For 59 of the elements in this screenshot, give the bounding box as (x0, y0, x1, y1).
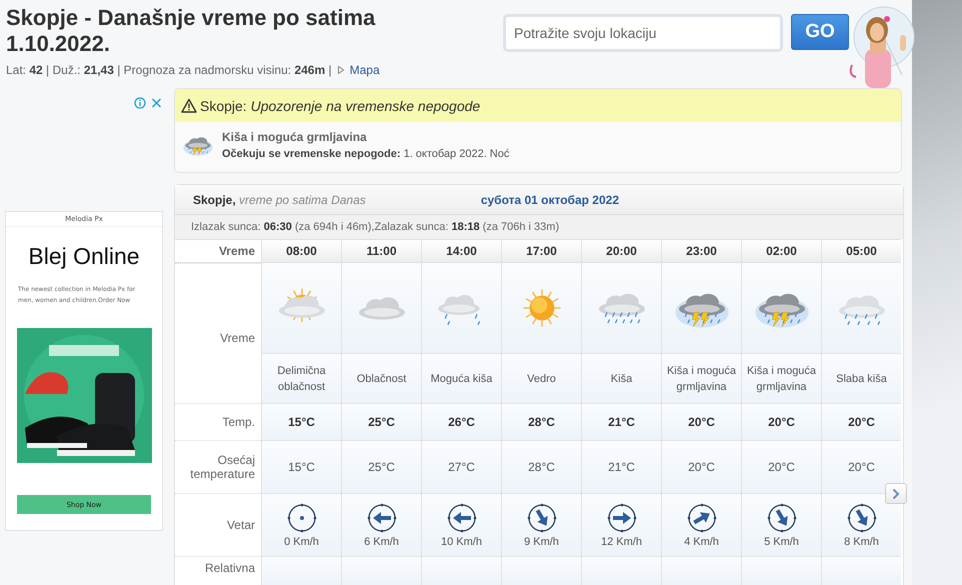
search-field[interactable]: Potražite svoju lokaciju (503, 14, 783, 52)
map-link[interactable]: Mapa (350, 63, 380, 77)
feels-like-temperature: 28°C (501, 440, 581, 493)
temperature: 15°C (261, 403, 341, 440)
alert-title: Skopje: Upozorenje na vremenske nepogode (200, 98, 480, 114)
feels-like-temperature: 21°C (581, 440, 661, 493)
wind-speed: 10 Km/h (441, 536, 482, 548)
temperature: 20°C (661, 403, 741, 440)
go-button[interactable]: GO (791, 14, 849, 50)
weather-description: Slaba kiša (821, 353, 901, 403)
wind-speed: 12 Km/h (601, 536, 642, 548)
temperature: 20°C (821, 403, 901, 440)
wind-speed: 6 Km/h (364, 536, 399, 548)
feels-like-temperature: 20°C (741, 440, 821, 493)
time-header: 17:00 (501, 239, 581, 263)
temperature: 25°C (341, 403, 421, 440)
forecast-date: субота 01 октобар 2022 (480, 192, 619, 206)
forecast-place: Skopje, vreme po satima Danas (193, 192, 366, 206)
alert-event: Kiša i moguća grmljavina (222, 130, 368, 144)
temperature: 20°C (741, 403, 821, 440)
wind-speed: 5 Km/h (764, 536, 799, 548)
column-header: Vreme (175, 239, 261, 263)
feels-like-temperature: 20°C (661, 440, 741, 493)
wind-speed: 0 Km/h (284, 536, 319, 548)
location-info: Lat: 42 | Duž.: 21,43 | Prognoza za nadmorsku visinu: 246m | (6, 63, 332, 77)
time-header: 11:00 (341, 239, 421, 263)
time-header: 08:00 (261, 239, 341, 263)
time-header: 23:00 (661, 239, 741, 263)
weather-description: Delimična oblačnost (261, 353, 341, 403)
feels-like-temperature: 25°C (341, 440, 421, 493)
feels-like-temperature: 27°C (421, 440, 501, 493)
alert-detail: Očekuju se vremenske nepogode: 1. октобар 2022. Noć (222, 148, 510, 160)
temperature: 28°C (501, 403, 581, 440)
close-icon[interactable] (151, 97, 162, 109)
temperature: 21°C (581, 403, 661, 440)
weather-description: Kiša i moguća grmljavina (741, 353, 821, 403)
time-header: 14:00 (421, 239, 501, 263)
sunrise-sunset: Izlazak sunca: 06:30 (za 694h i 46m),Zalazak sunca: 18:18 (za 706h i 33m) (175, 214, 903, 239)
info-icon[interactable] (134, 97, 146, 109)
ad-headline: Blej Online (28, 243, 140, 270)
weather-description: Kiša i moguća grmljavina (661, 353, 741, 403)
time-header: 02:00 (741, 239, 821, 263)
time-header: 20:00 (581, 239, 661, 263)
wind-speed: 4 Km/h (684, 536, 719, 548)
wind-speed: 9 Km/h (524, 536, 559, 548)
weather-description: Kiša (581, 353, 661, 403)
warning-icon (181, 98, 197, 113)
next-button[interactable] (885, 483, 907, 504)
page-title: Skopje - Današnje vreme po satima 1.10.2022. (6, 5, 376, 57)
wind-speed: 8 Km/h (844, 536, 879, 548)
chevron-right-icon (892, 488, 900, 500)
time-header: 05:00 (821, 239, 901, 263)
feels-like-temperature: 20°C (821, 440, 901, 493)
weather-description: Moguća kiša (421, 353, 501, 403)
weather-description: Oblačnost (341, 353, 421, 403)
triangle-icon (338, 66, 344, 74)
temperature: 26°C (421, 403, 501, 440)
feels-like-temperature: 15°C (261, 440, 341, 493)
weather-description: Vedro (501, 353, 581, 403)
